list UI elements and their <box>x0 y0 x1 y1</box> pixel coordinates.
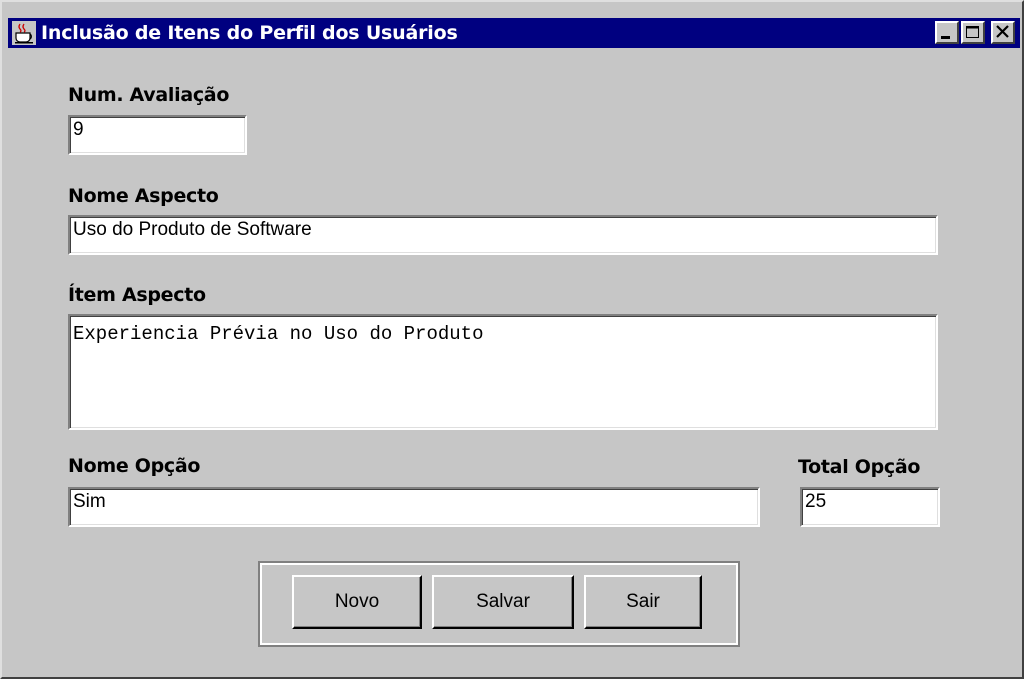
title-bar[interactable]: Inclusão de Itens do Perfil dos Usuários <box>8 18 1020 48</box>
item-aspecto-label: Ítem Aspecto <box>68 284 206 306</box>
minimize-icon <box>941 36 950 39</box>
nome-opcao-label: Nome Opção <box>68 455 201 477</box>
num-avaliacao-label: Num. Avaliação <box>68 84 230 106</box>
java-coffee-cup-icon[interactable] <box>12 21 36 45</box>
maximize-button[interactable] <box>961 21 985 44</box>
total-opcao-label: Total Opção <box>798 456 921 478</box>
nome-opcao-field[interactable]: Sim <box>68 487 760 527</box>
num-avaliacao-field[interactable]: 9 <box>68 115 247 155</box>
close-button[interactable] <box>991 21 1015 44</box>
close-icon <box>996 25 1009 38</box>
item-aspecto-textarea[interactable]: Experiencia Prévia no Uso do Produto <box>68 314 938 430</box>
salvar-button[interactable]: Salvar <box>432 575 574 629</box>
sair-button[interactable]: Sair <box>584 575 702 629</box>
total-opcao-field[interactable]: 25 <box>800 487 940 527</box>
maximize-icon <box>966 26 979 38</box>
minimize-button[interactable] <box>935 21 959 44</box>
nome-aspecto-label: Nome Aspecto <box>68 185 219 207</box>
app-window: Inclusão de Itens do Perfil dos Usuários… <box>0 0 1024 679</box>
nome-aspecto-field[interactable]: Uso do Produto de Software <box>68 215 938 255</box>
window-title: Inclusão de Itens do Perfil dos Usuários <box>41 22 458 44</box>
novo-button[interactable]: Novo <box>292 575 422 629</box>
button-panel: Novo Salvar Sair <box>258 561 740 647</box>
